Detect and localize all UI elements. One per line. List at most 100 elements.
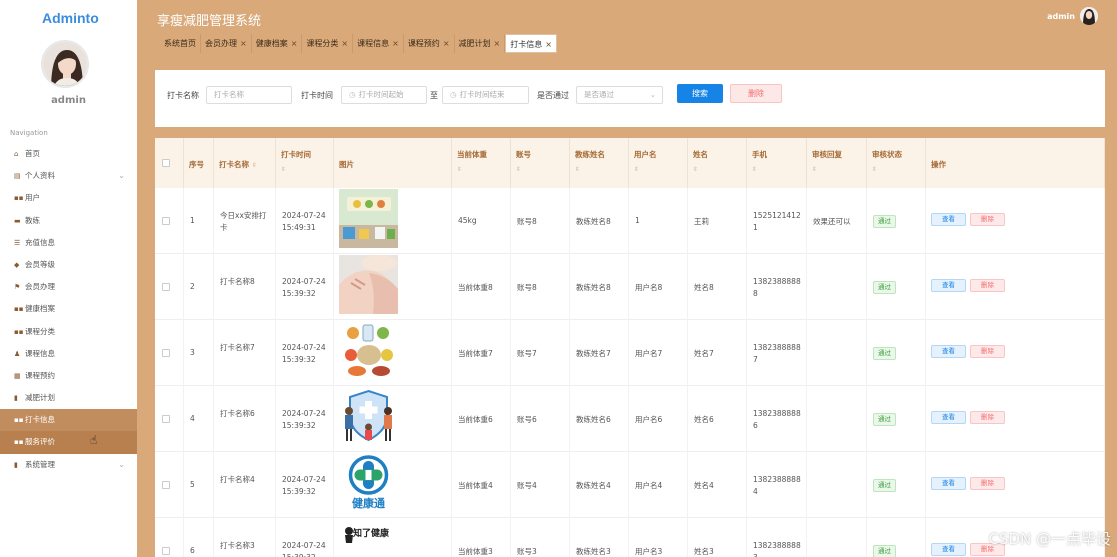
view-button[interactable]: 查看 [931,477,966,490]
header-avatar[interactable] [1080,7,1098,25]
delete-button[interactable]: 删除 [970,279,1005,292]
sidebar-item-0[interactable]: ⌂ 首页 [0,143,137,165]
sort-icon[interactable]: ⇳ [575,166,580,173]
column-header[interactable]: 用户名 ⇳ [629,138,688,188]
tab-2[interactable]: 健康档案 × [252,34,303,53]
tab-0[interactable]: 系统首页 [160,34,201,53]
start-time-input[interactable]: ◷ 打卡时间起始 [341,86,427,104]
sidebar-item-10[interactable]: ▦ 课程预约 [0,365,137,387]
checkin-name: 打卡名称4 [220,475,255,484]
view-button[interactable]: 查看 [931,345,966,358]
tab-1[interactable]: 会员办理 × [201,34,252,53]
close-icon[interactable]: × [443,39,450,48]
view-button[interactable]: 查看 [931,543,966,556]
name-filter-placeholder: 打卡名称 [214,90,244,99]
table-cell: 2024-07-24 15:49:31 [276,188,334,254]
sort-icon[interactable]: ⇳ [252,162,257,169]
tab-7[interactable]: 打卡信息 × [505,34,557,53]
coach-name: 教练姓名8 [576,217,611,226]
sidebar-item-12[interactable]: ▪▪ 打卡信息 [0,409,137,432]
family-shield-illustration[interactable] [339,387,398,446]
close-icon[interactable]: × [240,39,247,48]
grid-icon: ▪▪ [14,194,24,203]
username: 用户名3 [635,547,663,556]
search-button[interactable]: 搜索 [677,84,723,103]
delete-button[interactable]: 删除 [970,213,1005,226]
row-checkbox[interactable] [162,349,170,357]
avatar[interactable] [41,40,89,88]
view-button[interactable]: 查看 [931,411,966,424]
header-username[interactable]: admin [1047,12,1075,21]
sidebar-item-1[interactable]: ▤ 个人资料 ⌄ [0,165,137,187]
sidebar-item-11[interactable]: ▮ 减肥计划 [0,387,137,409]
sidebar-item-7[interactable]: ▪▪ 健康档案 [0,298,137,320]
app-logo[interactable]: Adminto [42,10,99,26]
sidebar-item-14[interactable]: ▮ 系统管理 ⌄ [0,454,137,476]
shoulder-photo[interactable] [339,255,398,314]
tab-6[interactable]: 减肥计划 × [455,34,506,53]
row-checkbox[interactable] [162,481,170,489]
table-cell: 打卡名称8 [214,254,276,320]
tab-3[interactable]: 课程分类 × [302,34,354,53]
column-header[interactable]: 打卡时间 ⇳ [276,138,334,188]
sort-icon[interactable]: ⇳ [281,166,286,173]
status-badge: 通过 [873,281,896,294]
sidebar-item-3[interactable]: ▬ 教练 [0,210,137,232]
sidebar-item-6[interactable]: ⚑ 会员办理 [0,276,137,298]
row-checkbox[interactable] [162,415,170,423]
column-header[interactable]: 打卡名称 ⇳ [214,138,276,188]
sort-icon[interactable]: ⇳ [872,166,877,173]
sort-icon[interactable]: ⇳ [752,166,757,173]
row-checkbox[interactable] [162,547,170,555]
row-checkbox[interactable] [162,283,170,291]
view-button[interactable]: 查看 [931,279,966,292]
table-row: 4 打卡名称6 2024-07-24 15:39:32 当前体重6 账号6 教练姓名6 用户名… [155,386,1105,452]
zhiliao-jiankang-logo[interactable]: 知了健康 [339,519,398,557]
sort-icon[interactable]: ⇳ [634,166,639,173]
tab-4[interactable]: 课程信息 × [353,34,404,53]
row-checkbox[interactable] [162,217,170,225]
column-header[interactable]: 当前体重 ⇳ [452,138,511,188]
current-weight: 当前体重8 [458,283,493,292]
delete-button[interactable]: 删除 [970,477,1005,490]
activity-illustration[interactable] [339,189,398,248]
column-header-label: 账号 [516,150,531,159]
delete-button[interactable]: 删除 [970,411,1005,424]
end-time-input[interactable]: ◷ 打卡时间结束 [442,86,529,104]
column-header[interactable]: 审核回复 ⇳ [807,138,867,188]
sidebar-item-2[interactable]: ▪▪ 用户 [0,187,137,209]
column-header[interactable]: 序号 [184,138,214,188]
column-header[interactable]: 操作 [926,138,1105,188]
column-header[interactable]: 教练姓名 ⇳ [570,138,629,188]
close-icon[interactable]: × [545,40,552,49]
column-header[interactable]: 账号 ⇳ [511,138,570,188]
pass-filter-select[interactable]: 是否通过 ⌄ [576,86,663,104]
close-icon[interactable]: × [392,39,399,48]
sort-icon[interactable]: ⇳ [457,166,462,173]
column-header[interactable]: 审核状态 ⇳ [867,138,926,188]
sidebar-item-4[interactable]: ☰ 充值信息 [0,232,137,254]
column-header[interactable]: 图片 [334,138,452,188]
tab-5[interactable]: 课程预约 × [404,34,455,53]
sidebar-item-5[interactable]: ◆ 会员等级 [0,254,137,276]
column-header[interactable]: 姓名 ⇳ [688,138,747,188]
close-icon[interactable]: × [341,39,348,48]
sidebar-item-9[interactable]: ♟ 课程信息 [0,343,137,365]
sidebar-item-8[interactable]: ▪▪ 课程分类 [0,321,137,343]
column-header[interactable]: 手机 ⇳ [747,138,807,188]
sort-icon[interactable]: ⇳ [812,166,817,173]
status-badge: 通过 [873,347,896,360]
sort-icon[interactable]: ⇳ [516,166,521,173]
sort-icon[interactable]: ⇳ [693,166,698,173]
healthy-food-illustration[interactable] [339,321,398,380]
delete-button[interactable]: 删除 [970,345,1005,358]
close-icon[interactable]: × [494,39,501,48]
checkin-date: 2024-07-24 [282,409,326,418]
jiankangtong-logo[interactable]: 健康通 [339,453,398,512]
close-icon[interactable]: × [291,39,298,48]
select-all-checkbox[interactable] [162,159,170,167]
name-filter-input[interactable]: 打卡名称 [206,86,292,104]
view-button[interactable]: 查看 [931,213,966,226]
sidebar-item-13[interactable]: ▪▪ 服务评价 [0,431,137,454]
bulk-delete-button[interactable]: 删除 [730,84,782,103]
